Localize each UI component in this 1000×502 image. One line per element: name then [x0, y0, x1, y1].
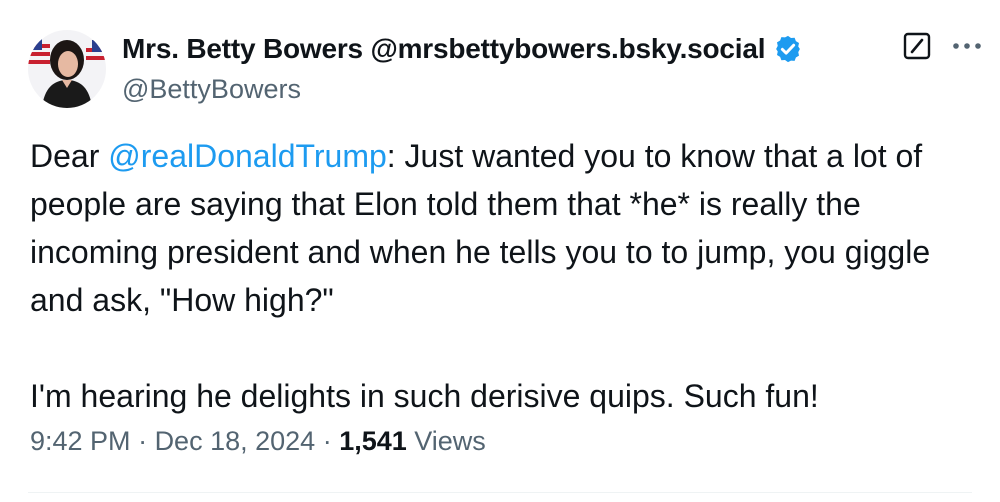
avatar-photo — [28, 30, 106, 108]
tweet-date[interactable]: Dec 18, 2024 — [155, 426, 316, 456]
divider — [28, 492, 972, 493]
grok-icon[interactable] — [902, 31, 932, 61]
tweet-paragraph-1: Dear @realDonaldTrump: Just wanted you t… — [30, 132, 980, 324]
tweet-body: Dear @realDonaldTrump: Just wanted you t… — [30, 132, 980, 420]
tweet-paragraph-2: I'm hearing he delights in such derisive… — [30, 378, 819, 414]
verified-badge-icon[interactable] — [773, 34, 803, 64]
more-options-icon[interactable] — [950, 34, 984, 58]
views-count[interactable]: 1,541 — [339, 426, 407, 456]
display-name-row: Mrs. Betty Bowers @mrsbettybowers.bsky.s… — [122, 33, 803, 65]
author-handle[interactable]: @BettyBowers — [122, 74, 301, 105]
tweet-time[interactable]: 9:42 PM — [30, 426, 131, 456]
tweet-metadata: 9:42 PM · Dec 18, 2024 · 1,541 Views — [30, 426, 486, 457]
tweet-text-prefix: Dear — [30, 138, 109, 174]
meta-separator: · — [130, 426, 155, 456]
tweet-card: Mrs. Betty Bowers @mrsbettybowers.bsky.s… — [0, 0, 1000, 502]
author-display-name[interactable]: Mrs. Betty Bowers @mrsbettybowers.bsky.s… — [122, 33, 766, 65]
meta-separator: · — [315, 426, 340, 456]
author-avatar[interactable] — [28, 30, 106, 108]
mention-link[interactable]: @realDonaldTrump — [108, 138, 387, 174]
views-label[interactable]: Views — [407, 426, 486, 456]
